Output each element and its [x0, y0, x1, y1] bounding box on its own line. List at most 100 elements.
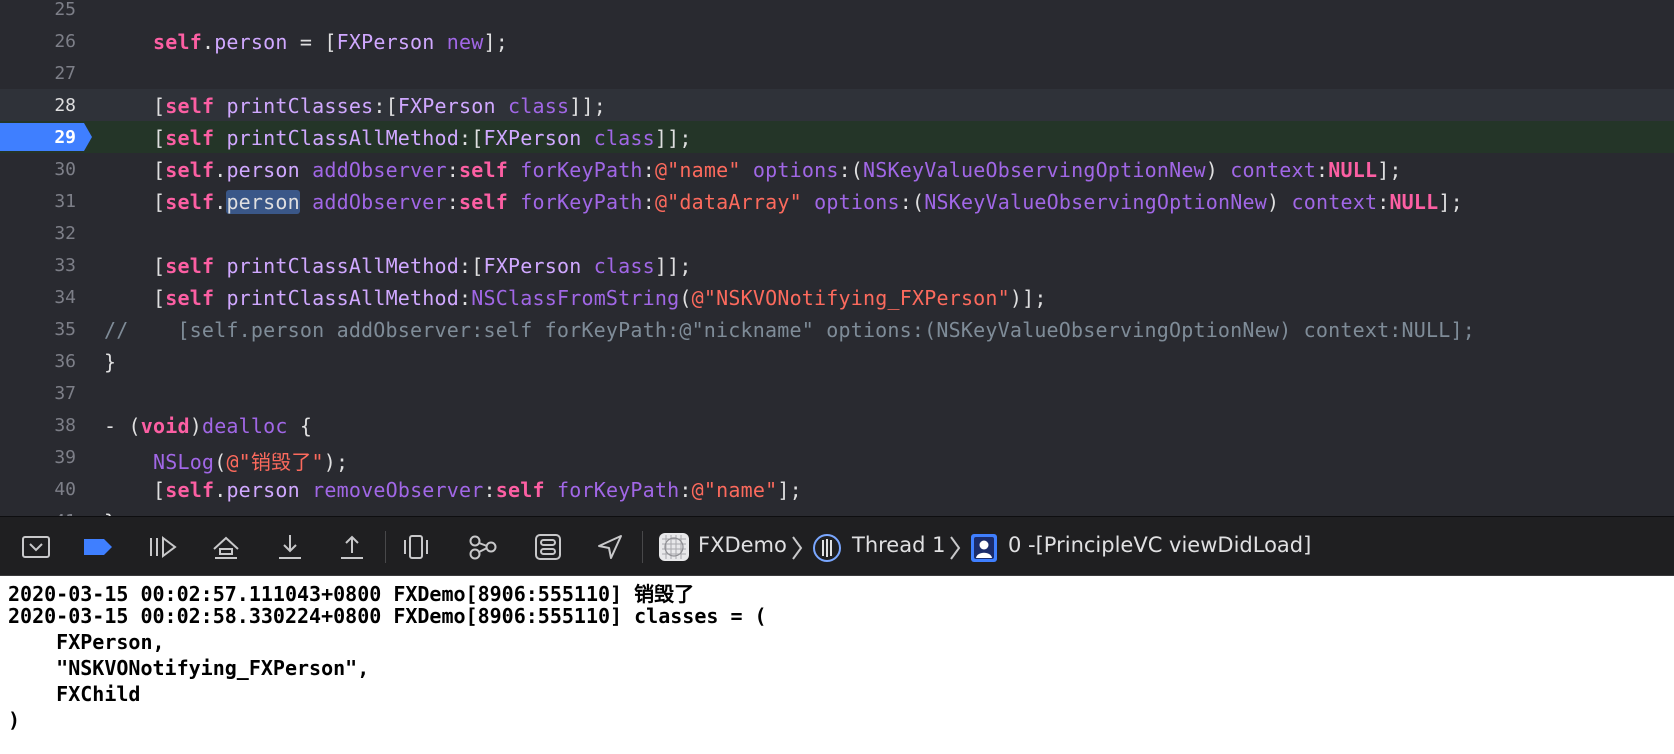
code-token: NULL: [1328, 158, 1378, 182]
code-token: );: [323, 450, 349, 474]
step-into-button[interactable]: [272, 529, 308, 565]
code-token: printClasses: [226, 94, 374, 118]
line-number[interactable]: 30: [0, 159, 76, 180]
code-line[interactable]: 33 [self printClassAllMethod:[FXPerson c…: [0, 249, 1674, 281]
code-token: void: [140, 414, 190, 438]
code-token: :: [1315, 158, 1329, 182]
code-token: forKeyPath: [520, 190, 643, 214]
environment-overrides-button[interactable]: [530, 529, 566, 565]
chevron-right-icon: [950, 536, 961, 560]
line-number[interactable]: 26: [0, 31, 76, 52]
view-hierarchy-button[interactable]: [398, 529, 434, 565]
code-line[interactable]: 30 [self.person addObserver:self forKeyP…: [0, 153, 1674, 185]
code-line[interactable]: 40 [self.person removeObserver:self forK…: [0, 473, 1674, 505]
hide-debug-area-button[interactable]: [18, 529, 54, 565]
code-token: ];: [483, 30, 509, 54]
code-editor[interactable]: 25 26 self.person = [FXPerson new]; 27 28 […: [0, 0, 1674, 516]
console-line: FXPerson,: [8, 630, 165, 654]
code-line[interactable]: 25: [0, 0, 1674, 25]
code-token: )];: [1009, 286, 1047, 310]
code-token: FXPerson: [483, 254, 582, 278]
code-text: [self.person addObserver:self forKeyPath…: [104, 190, 1463, 214]
app-icon[interactable]: [658, 532, 690, 562]
code-token: printClassAllMethod: [226, 286, 460, 310]
code-line[interactable]: 26 self.person = [FXPerson new];: [0, 25, 1674, 57]
code-token: ): [1267, 190, 1292, 214]
code-token: ];: [1438, 190, 1463, 214]
code-line[interactable]: 41}: [0, 505, 1674, 516]
code-token: [: [104, 190, 166, 214]
code-token: ]];: [654, 126, 692, 150]
code-line[interactable]: 37: [0, 377, 1674, 409]
code-token: (: [214, 450, 227, 474]
line-number[interactable]: 40: [0, 479, 76, 500]
code-token: printClassAllMethod: [226, 126, 460, 150]
code-token: [: [104, 126, 166, 150]
code-line[interactable]: 31 [self.person addObserver:self forKeyP…: [0, 185, 1674, 217]
code-token: ];: [1377, 158, 1402, 182]
step-over-button[interactable]: [208, 529, 244, 565]
code-token: self: [165, 190, 215, 214]
line-number[interactable]: 27: [0, 63, 76, 84]
line-number[interactable]: 25: [0, 0, 76, 20]
code-token: :: [642, 158, 655, 182]
code-line[interactable]: 29 [self printClassAllMethod:[FXPerson c…: [0, 121, 1674, 153]
code-line[interactable]: 35 // [self.person addObserver:self forKe…: [0, 313, 1674, 345]
code-token: ];: [777, 478, 802, 502]
step-out-button[interactable]: [334, 529, 370, 565]
line-number[interactable]: 35: [0, 319, 76, 340]
memory-graph-button[interactable]: [465, 529, 501, 565]
code-token: }: [104, 350, 117, 374]
console-output[interactable]: 2020-03-15 00:02:57.111043+0800 FXDemo[8…: [0, 576, 1674, 754]
xcode-window: 25 26 self.person = [FXPerson new]; 27 28 […: [0, 0, 1674, 754]
code-token: context: [1230, 158, 1316, 182]
line-number[interactable]: 33: [0, 255, 76, 276]
stack-frame-crumb[interactable]: 0 -[PrincipleVC viewDidLoad]: [1008, 533, 1311, 561]
code-line[interactable]: 32: [0, 217, 1674, 249]
code-text: [self.person addObserver:self forKeyPath…: [104, 158, 1402, 182]
line-number[interactable]: 28: [0, 95, 76, 116]
app-name-crumb[interactable]: FXDemo: [698, 533, 787, 561]
code-token: FXPerson: [336, 30, 435, 54]
line-number[interactable]: 29: [0, 127, 76, 148]
code-line[interactable]: 39 NSLog(@"销毁了");: [0, 441, 1674, 474]
code-token: class: [593, 126, 655, 150]
code-token: ): [189, 414, 202, 438]
code-token: @"name": [691, 478, 778, 502]
code-token: self: [495, 478, 545, 502]
line-number[interactable]: 39: [0, 447, 76, 468]
line-number[interactable]: 31: [0, 191, 76, 212]
code-line[interactable]: 36}: [0, 345, 1674, 377]
memory-graph-icon: [469, 535, 497, 560]
environment-overrides-icon: [535, 534, 561, 560]
code-line[interactable]: 34 [self printClassAllMethod:NSClassFrom…: [0, 281, 1674, 313]
code-line[interactable]: 38 - (void)dealloc {: [0, 409, 1674, 441]
code-line[interactable]: 28 [self printClasses:[FXPerson class]];: [0, 89, 1674, 121]
selected-token: person: [226, 190, 300, 214]
simulate-location-button[interactable]: [592, 529, 628, 565]
code-token: @"dataArray": [654, 190, 802, 214]
code-token: .: [214, 190, 227, 214]
thread-crumb[interactable]: Thread 1: [852, 533, 945, 561]
code-text: [self printClassAllMethod:[FXPerson clas…: [104, 254, 692, 278]
line-number[interactable]: 36: [0, 351, 76, 372]
debug-toolbar: FXDemo Thread 1 0 -[PrincipleVC viewDidL…: [0, 516, 1674, 576]
code-token: class: [593, 254, 655, 278]
line-number[interactable]: 32: [0, 223, 76, 244]
console-line: 2020-03-15 00:02:58.330224+0800 FXDemo[8…: [8, 604, 767, 628]
code-line[interactable]: 27: [0, 57, 1674, 89]
code-token: :: [679, 478, 692, 502]
code-token: options: [814, 190, 900, 214]
line-number[interactable]: 37: [0, 383, 76, 404]
code-text: [self printClassAllMethod:NSClassFromStr…: [104, 286, 1047, 310]
line-number[interactable]: 34: [0, 287, 76, 308]
thread-icon: [813, 534, 841, 562]
line-number[interactable]: 38: [0, 415, 76, 436]
chevron-right-icon: [792, 536, 803, 560]
breakpoints-toggle-button[interactable]: [80, 529, 116, 565]
code-token: removeObserver: [312, 478, 484, 502]
continue-button[interactable]: [145, 529, 181, 565]
